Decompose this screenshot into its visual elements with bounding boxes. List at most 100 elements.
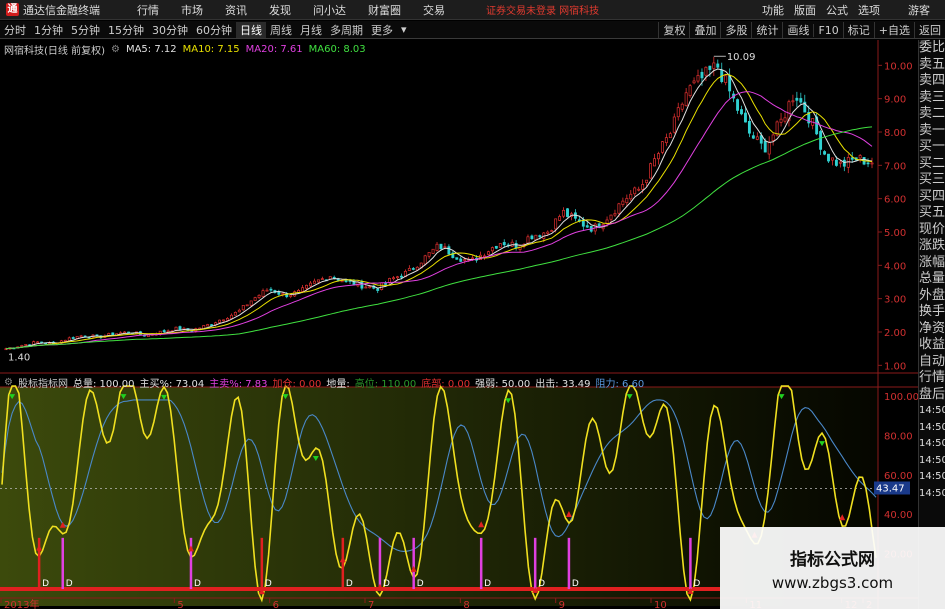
- candle-body: [67, 337, 71, 342]
- candle-body: [384, 283, 388, 285]
- candle-body: [657, 153, 660, 160]
- period-tab-7[interactable]: 周线: [266, 22, 296, 38]
- candle-body: [447, 246, 451, 255]
- candle-body: [870, 162, 874, 165]
- menu-item-ask[interactable]: 问小达: [302, 2, 357, 18]
- d-signal-label: D: [265, 579, 272, 589]
- period-tab-2[interactable]: 5分钟: [67, 22, 104, 38]
- side-item-20[interactable]: 行情: [919, 370, 945, 387]
- candle-body: [534, 234, 538, 241]
- indicator-name[interactable]: 股标指标网: [18, 375, 68, 390]
- period-tab-4[interactable]: 30分钟: [148, 22, 192, 38]
- side-item-25[interactable]: 14:50: [919, 453, 945, 470]
- tool-button-1[interactable]: 叠加: [689, 22, 720, 38]
- indicator-tick-label: 60.00: [884, 471, 913, 482]
- side-item-9[interactable]: 买四: [919, 189, 945, 206]
- more-chevron-icon[interactable]: ▾: [397, 23, 411, 36]
- tool-button-6[interactable]: 标记: [842, 22, 874, 38]
- side-item-18[interactable]: 收益: [919, 337, 945, 354]
- menu-right: 功能 版面 公式 选项 游客: [757, 0, 945, 20]
- side-item-13[interactable]: 涨幅: [919, 255, 945, 272]
- candle-body: [660, 141, 664, 153]
- period-tab-10[interactable]: 更多: [367, 22, 397, 38]
- side-item-5[interactable]: 卖一: [919, 123, 945, 140]
- side-item-4[interactable]: 卖二: [919, 106, 945, 123]
- menu-item-layout[interactable]: 版面: [789, 2, 821, 18]
- candle-body: [312, 280, 316, 284]
- menu-item-news[interactable]: 资讯: [214, 2, 258, 18]
- candle-body: [320, 278, 324, 280]
- tool-button-8[interactable]: 返回: [914, 22, 945, 38]
- menu-item-quotes[interactable]: 行情: [126, 2, 170, 18]
- side-item-10[interactable]: 买五: [919, 205, 945, 222]
- tool-button-5[interactable]: F10: [813, 23, 842, 37]
- candle-body: [546, 231, 550, 234]
- menu-item-market[interactable]: 市场: [170, 2, 214, 18]
- side-item-21[interactable]: 盘后: [919, 387, 945, 404]
- side-item-19[interactable]: 自动: [919, 354, 945, 371]
- period-tab-1[interactable]: 1分钟: [30, 22, 67, 38]
- side-item-22[interactable]: 14:50: [919, 403, 945, 420]
- side-item-17[interactable]: 净资: [919, 321, 945, 338]
- period-tab-3[interactable]: 15分钟: [104, 22, 148, 38]
- side-item-6[interactable]: 买一: [919, 139, 945, 156]
- menu-item-wealth[interactable]: 财富圈: [357, 2, 412, 18]
- side-item-23[interactable]: 14:50: [919, 420, 945, 437]
- side-item-24[interactable]: 14:50: [919, 436, 945, 453]
- login-notice[interactable]: 证券交易未登录 网宿科技: [486, 2, 599, 17]
- indicator-item-5: 高位: 110.00: [354, 379, 417, 390]
- candle-body: [771, 134, 775, 141]
- period-tab-8[interactable]: 月线: [296, 22, 326, 38]
- candle-body: [554, 218, 558, 230]
- menu-item-function[interactable]: 功能: [757, 2, 789, 18]
- candle-body: [344, 280, 348, 283]
- side-item-14[interactable]: 总量: [919, 271, 945, 288]
- tool-button-4[interactable]: 画线: [782, 22, 813, 38]
- tool-button-0[interactable]: 复权: [658, 22, 689, 38]
- indicator-settings-icon[interactable]: ⚙: [4, 377, 13, 388]
- settings-icon[interactable]: ⚙: [111, 44, 120, 55]
- candle-body: [364, 286, 368, 289]
- period-tabs: 分时 1分钟 5分钟 15分钟 30分钟 60分钟 日线 周线 月线 多周期 更多 ▾: [0, 21, 411, 38]
- side-item-26[interactable]: 14:50: [919, 469, 945, 486]
- side-item-0[interactable]: 委比: [919, 40, 945, 57]
- period-tab-0[interactable]: 分时: [0, 22, 30, 38]
- d-signal-label: D: [417, 579, 424, 589]
- tool-button-2[interactable]: 多股: [720, 22, 751, 38]
- period-tab-6[interactable]: 日线: [236, 21, 266, 38]
- candle-body: [245, 304, 249, 307]
- side-item-27[interactable]: 14:50: [919, 486, 945, 503]
- kline-chart[interactable]: 10.00 9.00 8.00 7.00 6.00 5.00 4.00 3.00 2.00 1.0…: [0, 40, 918, 609]
- indicator-item-3: 加仓: 0.00: [272, 379, 322, 390]
- menu-item-options[interactable]: 选项: [853, 2, 885, 18]
- side-item-3[interactable]: 卖三: [919, 90, 945, 107]
- side-item-12[interactable]: 涨跌: [919, 238, 945, 255]
- price-tick-label: 6.00: [884, 195, 906, 206]
- side-item-1[interactable]: 卖五: [919, 57, 945, 74]
- side-item-16[interactable]: 换手: [919, 304, 945, 321]
- side-item-2[interactable]: 卖四: [919, 73, 945, 90]
- candle-body: [795, 97, 799, 101]
- menu-item-discover[interactable]: 发现: [258, 2, 302, 18]
- price-tick-label: 7.00: [884, 161, 906, 172]
- candle-body: [799, 98, 803, 103]
- app-logo[interactable]: 通 通达信金融终端: [0, 0, 106, 20]
- indicator-item-0: 总量: 100.00: [72, 379, 135, 390]
- guest-button[interactable]: 游客: [903, 2, 935, 18]
- period-tab-9[interactable]: 多周期: [326, 22, 367, 38]
- candle-body: [20, 345, 24, 347]
- tool-button-7[interactable]: +自选: [873, 22, 914, 38]
- ma10-label: MA10: 7.15: [182, 44, 240, 55]
- menu-item-formula[interactable]: 公式: [821, 2, 853, 18]
- candle-body: [653, 158, 656, 167]
- side-item-15[interactable]: 外盘: [919, 288, 945, 305]
- quote-side-panel: 委比 卖五 卖四 卖三 卖二 卖一 买一 买二 买三 买四 买五 现价 涨跌 涨幅 总量 外盘 换手 净资 收益 自动…: [918, 40, 945, 609]
- side-item-7[interactable]: 买二: [919, 156, 945, 173]
- candle-body: [747, 120, 751, 134]
- side-item-8[interactable]: 买三: [919, 172, 945, 189]
- side-item-11[interactable]: 现价: [919, 222, 945, 239]
- tool-button-3[interactable]: 统计: [751, 22, 782, 38]
- candle-body: [736, 99, 740, 111]
- period-tab-5[interactable]: 60分钟: [192, 22, 236, 38]
- menu-item-trade[interactable]: 交易: [412, 2, 456, 18]
